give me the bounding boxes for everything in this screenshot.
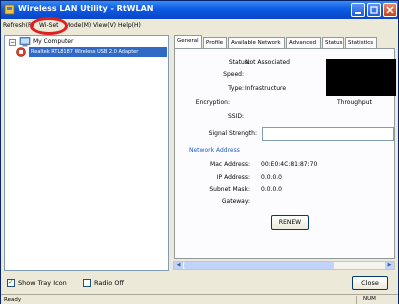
- subnet-mask-label: Subnet Mask:: [209, 186, 250, 193]
- tab-general[interactable]: General: [174, 35, 202, 49]
- renew-button[interactable]: RENEW: [271, 215, 309, 230]
- radio-off-label: Radio Off: [94, 279, 124, 287]
- ssid-label: SSID:: [227, 113, 244, 120]
- menu-view[interactable]: View(V): [93, 22, 116, 29]
- show-tray-label: Show Tray Icon: [18, 279, 67, 287]
- status-num: NUM: [356, 296, 394, 304]
- menu-mode[interactable]: Mode(M): [65, 22, 91, 29]
- tree-root[interactable]: − My Computer: [5, 36, 165, 47]
- title-bar[interactable]: Wireless LAN Utility - RtWLAN: [1, 1, 398, 19]
- bottom-options-bar: ✓ Show Tray Icon Radio Off Close: [1, 273, 398, 293]
- app-icon: [4, 4, 15, 15]
- maximize-icon: [370, 6, 378, 14]
- close-button[interactable]: Close: [352, 276, 388, 290]
- scroll-thumb[interactable]: [184, 262, 334, 269]
- adapter-label: Realtek RTL8187 Wireless USB 2.0 Adapter: [31, 49, 139, 55]
- status-value: Not Associated: [245, 59, 290, 66]
- maximize-button[interactable]: [367, 3, 381, 17]
- redacted-area: [326, 59, 396, 96]
- status-ready: Ready: [4, 297, 22, 303]
- show-tray-checkbox[interactable]: ✓: [7, 278, 15, 287]
- close-window-button[interactable]: [383, 3, 397, 17]
- tree-root-label: My Computer: [33, 38, 74, 45]
- type-label: Type:: [228, 85, 244, 92]
- signal-strength-label: Signal Strength:: [208, 130, 257, 137]
- network-address-heading: Network Address: [189, 147, 240, 154]
- utility-window: Wireless LAN Utility - RtWLAN Refresh(R)…: [0, 0, 399, 304]
- tree-item-adapter[interactable]: Realtek RTL8187 Wireless USB 2.0 Adapter: [29, 47, 167, 57]
- encryption-label: Encryption:: [195, 99, 230, 106]
- menu-wi-set[interactable]: Wi-Set: [39, 22, 59, 29]
- details-pane: General Profile Available Network Advanc…: [172, 35, 396, 271]
- menu-refresh[interactable]: Refresh(R): [3, 22, 35, 29]
- type-value: Infrastructure: [245, 85, 287, 92]
- close-icon: [386, 6, 394, 14]
- subnet-mask-value: 0.0.0.0: [261, 186, 282, 193]
- radio-off-checkbox[interactable]: [83, 279, 91, 287]
- minimize-icon: [355, 12, 361, 14]
- scroll-right-button[interactable]: ▶: [385, 262, 394, 269]
- adapter-tree[interactable]: − My Computer Realtek RTL8187 Wireless U…: [4, 35, 169, 271]
- gateway-label: Gateway:: [221, 198, 250, 205]
- menu-bar: Refresh(R) Wi-Set Mode(M) View(V) Help(H…: [1, 19, 398, 33]
- horizontal-scrollbar[interactable]: ◀ ▶: [173, 261, 395, 270]
- window-title: Wireless LAN Utility - RtWLAN: [18, 4, 154, 13]
- status-bar: Ready NUM: [1, 294, 398, 304]
- signal-strength-bar: [262, 127, 394, 141]
- menu-help[interactable]: Help(H): [118, 22, 141, 29]
- tree-collapse-toggle[interactable]: −: [9, 39, 16, 46]
- mac-address-value: 00:E0:4C:81:87:70: [261, 161, 318, 168]
- ip-address-label: IP Address:: [216, 174, 250, 181]
- ip-address-value: 0.0.0.0: [261, 174, 282, 181]
- speed-label: Speed:: [223, 71, 244, 78]
- throughput-label: Throughput: [337, 99, 372, 106]
- general-tab-panel: Status: Not Associated Speed: Type: Infr…: [174, 48, 396, 259]
- mac-address-label: Mac Address:: [210, 161, 250, 168]
- scroll-left-button[interactable]: ◀: [174, 262, 183, 269]
- checkmark-icon: ✓: [8, 278, 14, 286]
- minimize-button[interactable]: [351, 3, 365, 17]
- wireless-adapter-icon: [16, 47, 26, 57]
- status-label: Status:: [228, 59, 250, 66]
